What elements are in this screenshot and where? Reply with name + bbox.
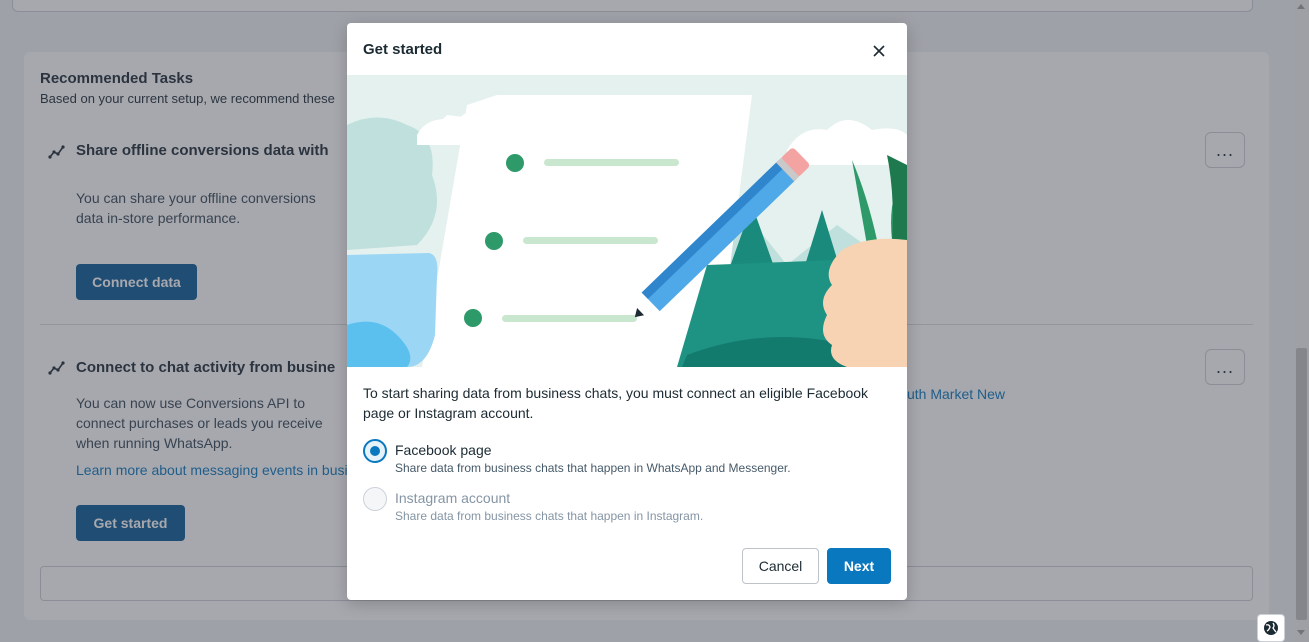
instagram-account-label: Instagram account — [395, 490, 511, 506]
language-button[interactable] — [1257, 614, 1285, 642]
dialog-title: Get started — [363, 41, 443, 58]
cancel-button[interactable]: Cancel — [742, 548, 819, 584]
instagram-account-radio — [363, 487, 387, 511]
facebook-page-description: Share data from business chats that happ… — [395, 461, 791, 475]
close-icon — [873, 45, 885, 57]
close-button[interactable] — [867, 39, 891, 63]
checklist-illustration — [347, 75, 907, 367]
next-button[interactable]: Next — [827, 548, 891, 584]
dialog-intro-text: To start sharing data from business chat… — [363, 385, 869, 421]
instagram-account-description: Share data from business chats that happ… — [395, 509, 704, 523]
facebook-page-radio[interactable] — [363, 439, 387, 463]
facebook-page-label: Facebook page — [395, 442, 492, 458]
globe-icon — [1264, 621, 1278, 635]
get-started-dialog: Get started To start sharing data from b… — [347, 23, 907, 600]
